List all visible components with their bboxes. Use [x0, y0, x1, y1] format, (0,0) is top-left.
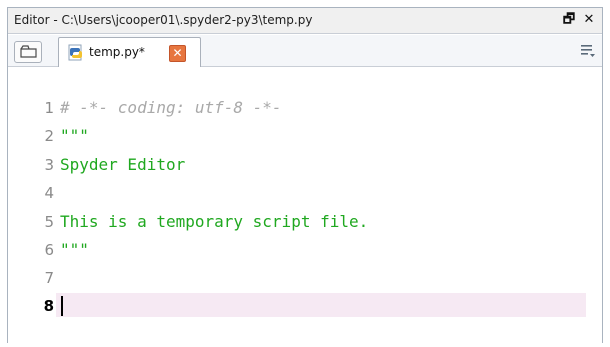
line-number: 7 [44, 269, 54, 287]
line-number: 2 [44, 127, 54, 145]
pane-title: Editor - C:\Users\jcooper01\.spyder2-py3… [14, 13, 313, 27]
current-line-highlight [56, 293, 586, 317]
undock-icon[interactable]: 🗗 [561, 12, 577, 28]
text-cursor [61, 296, 63, 316]
code-line: # -*- coding: utf-8 -*- [60, 98, 282, 117]
code-line: """ [60, 240, 89, 259]
options-menu-icon[interactable] [580, 43, 596, 59]
code-line: """ [60, 126, 89, 145]
tab-close-icon[interactable]: ✕ [169, 45, 186, 62]
line-number: 4 [44, 184, 54, 202]
close-pane-icon[interactable]: ✕ [581, 12, 597, 28]
tab-bar: temp.py* ✕ [8, 35, 602, 67]
editor-pane: Editor - C:\Users\jcooper01\.spyder2-py3… [7, 7, 603, 343]
pane-title-bar: Editor - C:\Users\jcooper01\.spyder2-py3… [8, 8, 602, 34]
code-line: This is a temporary script file. [60, 212, 369, 231]
code-editor[interactable]: 1 2 3 4 5 6 7 8 # -*- coding: utf-8 -*- … [8, 68, 602, 343]
line-number-current: 8 [43, 297, 54, 315]
line-number: 6 [44, 241, 54, 259]
tab-label: temp.py* [89, 45, 145, 59]
line-number: 3 [44, 156, 54, 174]
code-line: Spyder Editor [60, 155, 186, 174]
python-file-icon [67, 44, 85, 62]
line-number: 5 [44, 213, 54, 231]
line-number: 1 [44, 99, 54, 117]
tab-temp-py[interactable]: temp.py* ✕ [58, 37, 201, 67]
browse-tabs-button[interactable] [14, 41, 42, 63]
folder-icon [20, 45, 37, 58]
